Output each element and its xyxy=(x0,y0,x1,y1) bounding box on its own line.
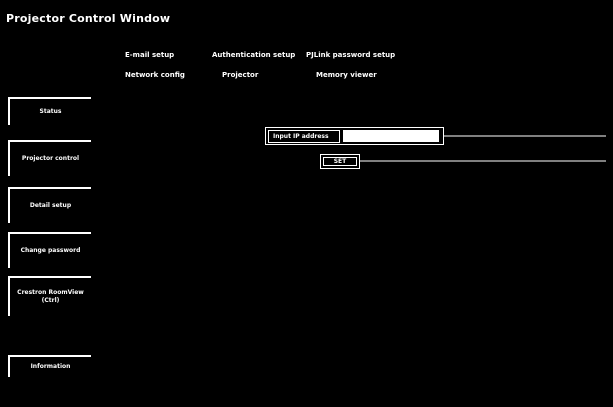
callout-lines xyxy=(360,135,606,162)
